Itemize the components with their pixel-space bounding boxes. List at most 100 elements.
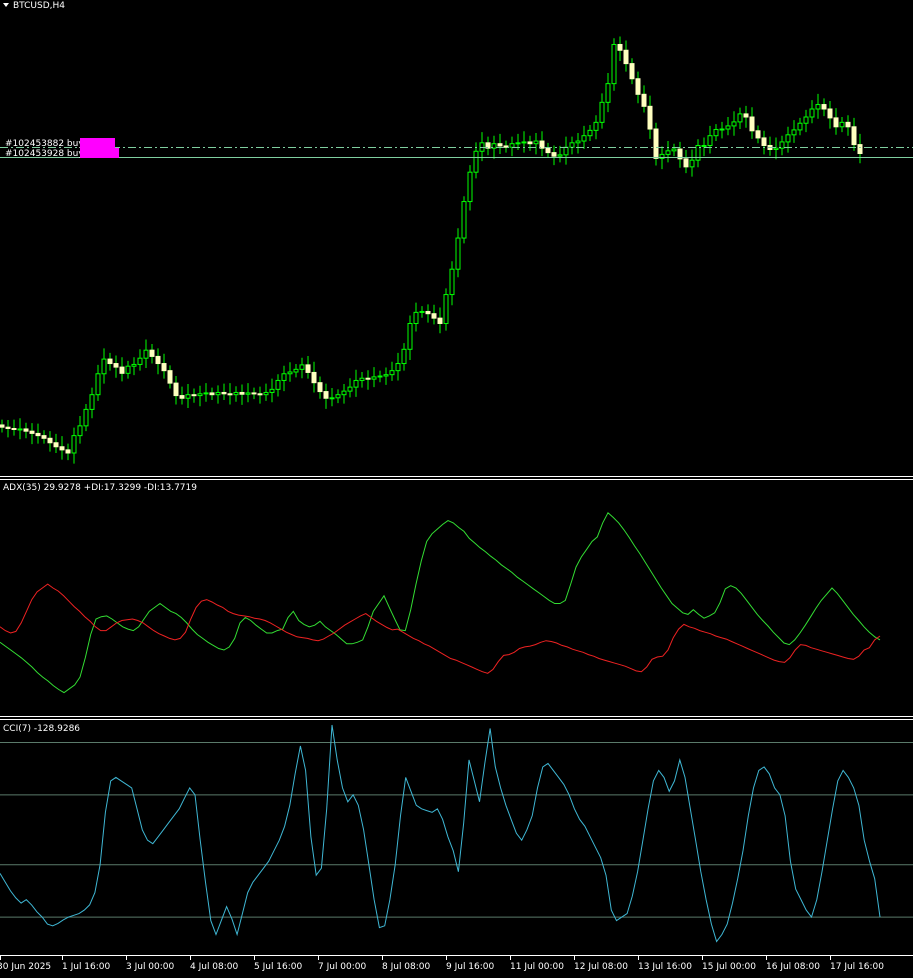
candle-body xyxy=(587,129,593,137)
candle-body xyxy=(599,101,605,123)
candle-body xyxy=(623,49,629,65)
candle-body xyxy=(359,377,365,381)
candle-body xyxy=(521,141,527,144)
time-tick-label: 11 Jul 00:00 xyxy=(510,962,564,972)
candle-body xyxy=(545,147,551,154)
cci-label: CCI(7) -128.9286 xyxy=(3,724,80,734)
order-marker-2[interactable] xyxy=(80,148,119,158)
order-label-1[interactable]: #102453882 buy xyxy=(5,139,84,149)
candle-body xyxy=(821,104,827,110)
time-tick-label: 5 Jul 16:00 xyxy=(254,962,303,972)
candle-body xyxy=(0,424,5,428)
candle-body xyxy=(107,358,113,365)
candle-body xyxy=(197,393,203,397)
candle-body xyxy=(605,83,611,103)
candle-body xyxy=(419,310,425,313)
candle-body xyxy=(41,435,47,439)
candle-body xyxy=(11,428,17,431)
candle-body xyxy=(443,294,449,324)
cci-line xyxy=(0,724,881,943)
candle-body xyxy=(425,310,431,315)
candle-body xyxy=(737,113,743,123)
candle-body xyxy=(371,376,377,380)
candle-body xyxy=(707,135,713,146)
candle-body xyxy=(323,391,329,399)
candle-body xyxy=(167,370,173,384)
candle-body xyxy=(149,349,155,357)
candle-body xyxy=(809,108,815,118)
candle-body xyxy=(671,148,677,152)
candle-body xyxy=(803,116,809,124)
candle-body xyxy=(581,135,587,142)
candle-body xyxy=(281,373,287,381)
candle-body xyxy=(185,394,191,399)
candle-body xyxy=(173,382,179,397)
price-panel[interactable] xyxy=(0,36,863,464)
candle-body xyxy=(413,311,419,324)
candle-body xyxy=(233,391,239,396)
candle-body xyxy=(275,379,281,390)
candle-body xyxy=(683,158,689,168)
candle-body xyxy=(593,121,599,131)
candle-body xyxy=(437,317,443,324)
candle-body xyxy=(317,382,323,393)
candle-body xyxy=(845,121,851,128)
candle-body xyxy=(17,428,23,431)
candle-body xyxy=(311,371,317,384)
candle-body xyxy=(65,449,71,454)
candle-body xyxy=(815,104,821,110)
candle-body xyxy=(629,63,635,80)
time-tick-label: 1 Jul 16:00 xyxy=(62,962,111,972)
adx-label: ADX(35) 29.9278 +DI:17.3299 -DI:13.7719 xyxy=(3,483,197,493)
candle-body xyxy=(95,373,101,396)
candle-body xyxy=(719,128,725,131)
candle-body xyxy=(635,78,641,95)
candle-body xyxy=(263,391,269,396)
candle-body xyxy=(341,390,347,396)
candle-body xyxy=(47,437,53,444)
candle-body xyxy=(401,348,407,365)
time-tick-label: 30 Jun 2025 xyxy=(0,962,51,972)
candle-body xyxy=(257,393,263,396)
candle-body xyxy=(743,113,749,118)
candle-body xyxy=(665,150,671,155)
chart-window[interactable]: BTCUSD,H4 ADX(35) 29.9278 +DI:17.3299 -D… xyxy=(0,0,913,978)
time-axis: 30 Jun 2025 1 Jul 16:00 3 Jul 00:00 4 Jul 0… xyxy=(0,956,884,972)
candle-body xyxy=(215,391,221,396)
candle-body xyxy=(569,142,575,148)
candle-body xyxy=(755,130,761,139)
candle-body xyxy=(557,154,563,157)
time-tick-label: 7 Jul 00:00 xyxy=(318,962,367,972)
candle-body xyxy=(59,446,65,451)
candle-body xyxy=(293,368,299,373)
candle-body xyxy=(509,143,515,148)
time-tick-label: 16 Jul 08:00 xyxy=(766,962,820,972)
candle-body xyxy=(563,146,569,156)
candle-body xyxy=(833,117,839,128)
candle-body xyxy=(155,355,161,365)
plus-di-line xyxy=(0,512,881,694)
symbol-label: BTCUSD,H4 xyxy=(13,1,65,11)
symbol-dropdown-icon[interactable] xyxy=(3,3,9,7)
candle-body xyxy=(575,140,581,144)
candle-body xyxy=(137,357,143,365)
candle-body xyxy=(797,122,803,131)
candle-body xyxy=(725,125,731,130)
candle-body xyxy=(221,391,227,395)
candle-body xyxy=(731,121,737,127)
candle-body xyxy=(791,129,797,136)
candle-body xyxy=(701,144,707,147)
candle-body xyxy=(203,392,209,395)
order-marker-1[interactable] xyxy=(80,138,115,148)
candle-body xyxy=(83,408,89,427)
candle-body xyxy=(125,365,131,374)
candle-body xyxy=(143,349,149,359)
candle-body xyxy=(857,144,863,155)
adx-panel[interactable] xyxy=(0,512,881,694)
candle-body xyxy=(383,374,389,377)
cci-panel[interactable] xyxy=(0,724,913,943)
candle-body xyxy=(353,379,359,388)
candle-body xyxy=(35,432,41,437)
order-label-2[interactable]: #102453928 buy xyxy=(5,149,84,159)
candle-body xyxy=(641,93,647,107)
